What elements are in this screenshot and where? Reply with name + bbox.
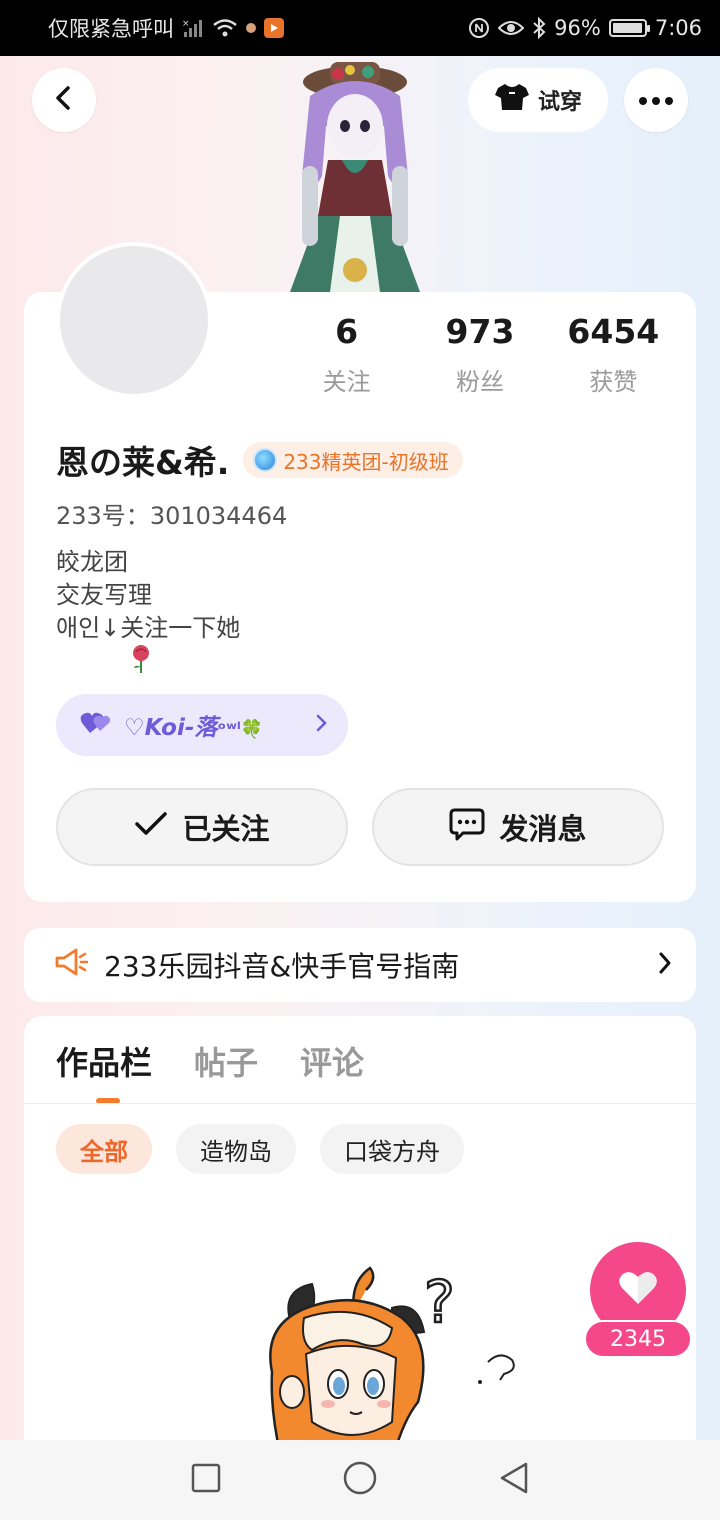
- stat-following-value: 6: [335, 312, 359, 351]
- tab-divider: [24, 1103, 696, 1104]
- battery-fill: [612, 23, 642, 33]
- friend-chip-name: ♡Koi-落: [124, 715, 218, 741]
- battery-percent: 96%: [554, 16, 601, 40]
- notice-bar[interactable]: 233乐园抖音&快手官号指南: [24, 928, 696, 1002]
- bio: 皎龙团 交友写理 애인↓关注一下她: [56, 546, 240, 645]
- chevron-right-icon: [658, 949, 672, 982]
- group-badge[interactable]: 233精英团-初级班: [243, 442, 463, 478]
- send-message-label: 发消息: [499, 812, 587, 846]
- recent-apps-button[interactable]: [190, 1462, 222, 1498]
- tshirt-icon: [494, 82, 530, 118]
- svg-text:?: ?: [424, 1268, 455, 1336]
- carrier-text: 仅限紧急呼叫: [48, 17, 174, 41]
- tab-comments[interactable]: 评论: [300, 1038, 364, 1084]
- back-button[interactable]: [32, 68, 96, 132]
- system-nav-bar: [0, 1440, 720, 1520]
- app-notification-icon: [264, 18, 284, 38]
- clock: 7:06: [654, 16, 702, 40]
- filter-chip-creation-island[interactable]: 造物岛: [176, 1124, 296, 1174]
- filter-chip-pocket-ark[interactable]: 口袋方舟: [320, 1124, 464, 1174]
- svg-text:×: ×: [182, 19, 190, 29]
- notice-text: 233乐园抖音&快手官号指南: [104, 950, 460, 983]
- works-tabs: 作品栏 帖子 评论: [56, 1038, 364, 1084]
- notification-dot-icon: [246, 23, 256, 33]
- eye-icon: [498, 19, 525, 37]
- followed-button-label: 已关注: [182, 812, 270, 846]
- avatar[interactable]: [56, 242, 212, 398]
- chat-bubble-icon: [449, 807, 485, 848]
- stat-likes-value: 6454: [567, 312, 660, 351]
- stat-likes[interactable]: 6454 获赞: [547, 312, 680, 397]
- empty-state-mascot: ?: [242, 1262, 522, 1456]
- avatar-3d-character: [280, 56, 430, 292]
- stat-following[interactable]: 6 关注: [280, 312, 413, 397]
- home-button[interactable]: [342, 1460, 378, 1500]
- works-section: 作品栏 帖子 评论 全部 造物岛 口袋方舟 ?: [24, 1016, 696, 1456]
- works-filter-chips: 全部 造物岛 口袋方舟: [56, 1124, 464, 1174]
- stat-fans[interactable]: 973 粉丝: [413, 312, 546, 397]
- bio-line-3: 애인↓关注一下她: [56, 614, 241, 642]
- friend-link-chip[interactable]: ♡Koi-落ᵒʷˡ🍀: [56, 694, 348, 756]
- signal-off-icon: ×: [182, 18, 204, 38]
- username: 恩の莱&希.: [56, 443, 230, 482]
- double-heart-icon: [80, 709, 114, 741]
- stat-fans-value: 973: [445, 312, 515, 351]
- send-message-button[interactable]: 发消息: [372, 788, 664, 866]
- tab-posts[interactable]: 帖子: [194, 1038, 258, 1084]
- chevron-left-icon: [50, 84, 78, 116]
- bio-line-1: 皎龙团: [56, 548, 128, 576]
- friend-chip-suffix: ᵒʷˡ🍀: [217, 719, 264, 740]
- more-dots-icon: [638, 91, 674, 110]
- bio-line-2: 交友写理: [56, 581, 152, 609]
- followed-button[interactable]: 已关注: [56, 788, 348, 866]
- like-count: 2345: [584, 1320, 692, 1358]
- chevron-right-icon: [316, 712, 328, 738]
- more-options-button[interactable]: [624, 68, 688, 132]
- tab-works[interactable]: 作品栏: [56, 1038, 152, 1084]
- friend-chip-label: ♡Koi-落ᵒʷˡ🍀: [124, 708, 263, 742]
- try-on-label: 试穿: [537, 90, 582, 115]
- wifi-icon: [212, 18, 238, 38]
- bluetooth-icon: [532, 17, 546, 39]
- user-id-value: 301034464: [149, 502, 288, 530]
- battery-icon: [608, 19, 650, 37]
- heart-icon: [618, 1270, 658, 1310]
- status-bar: 仅限紧急呼叫 × 96% 7:06: [0, 0, 720, 56]
- stats-row: 6 关注 973 粉丝 6454 获赞: [280, 312, 680, 397]
- filter-chip-all[interactable]: 全部: [56, 1124, 152, 1174]
- user-id: 233号：301034464: [56, 496, 287, 531]
- try-on-button[interactable]: 试穿: [468, 68, 608, 132]
- rose-icon: [130, 644, 152, 680]
- stat-following-label: 关注: [322, 368, 371, 396]
- user-id-label: 233号：: [56, 502, 150, 530]
- nfc-icon: [468, 17, 490, 39]
- group-badge-label: 233精英团-初级班: [283, 449, 449, 474]
- stat-likes-label: 获赞: [589, 368, 638, 396]
- globe-badge-icon: [253, 448, 278, 472]
- name-row: 恩の莱&希. 233精英团-初级班: [56, 436, 463, 484]
- megaphone-icon: [54, 947, 89, 984]
- checkmark-icon: [134, 810, 168, 844]
- stat-fans-label: 粉丝: [455, 368, 504, 396]
- back-nav-button[interactable]: [498, 1461, 530, 1499]
